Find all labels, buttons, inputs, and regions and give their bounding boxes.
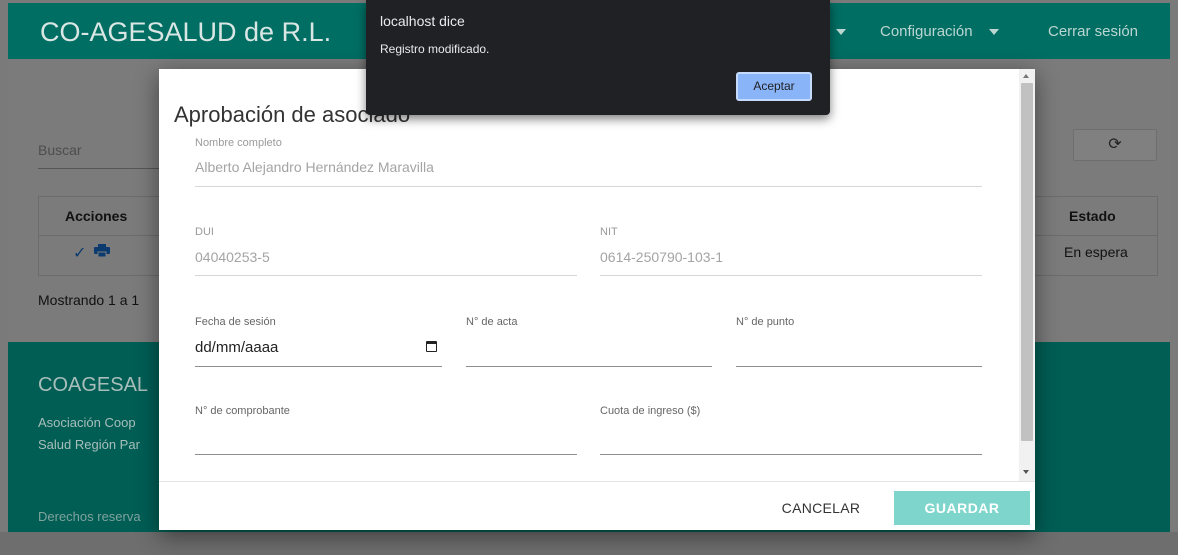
nav-menu-configuracion[interactable]: Configuración: [880, 23, 999, 40]
footer-text-1: Asociación Coop: [38, 415, 136, 430]
scroll-up-icon[interactable]: [1023, 74, 1029, 78]
field-label-comprobante: N° de comprobante: [195, 405, 290, 417]
acta-field[interactable]: [466, 366, 712, 367]
pagination-info: Mostrando 1 a 1: [38, 292, 140, 308]
brand-title[interactable]: CO-AGESALUD de R.L.: [40, 17, 331, 48]
fecha-sesion-input[interactable]: dd/mm/aaaa: [195, 339, 278, 356]
browser-alert-dialog: localhost dice Registro modificado. Acep…: [366, 0, 830, 115]
approval-modal: Aprobación de asociado Nombre completo A…: [159, 69, 1035, 530]
field-label-dui: DUI: [195, 226, 214, 238]
punto-field[interactable]: [736, 366, 982, 367]
nit-field[interactable]: 0614-250790-103-1: [600, 249, 723, 265]
print-icon[interactable]: [94, 244, 110, 257]
chevron-down-icon: [836, 29, 846, 36]
field-label-cuota: Cuota de ingreso ($): [600, 405, 701, 417]
field-label-acta: N° de acta: [466, 316, 518, 328]
cuota-field[interactable]: [600, 454, 982, 455]
logout-link[interactable]: Cerrar sesión: [1048, 23, 1138, 40]
field-underline: [195, 275, 577, 276]
check-icon[interactable]: ✓: [73, 243, 86, 263]
column-header-estado: Estado: [1069, 208, 1116, 224]
save-button[interactable]: GUARDAR: [894, 491, 1030, 525]
column-header-acciones: Acciones: [65, 208, 128, 224]
dui-field[interactable]: 04040253-5: [195, 249, 270, 265]
alert-title: localhost dice: [380, 13, 465, 29]
field-label-punto: N° de punto: [736, 316, 795, 328]
calendar-icon[interactable]: [426, 341, 437, 352]
refresh-icon: ⟳: [1108, 136, 1122, 153]
scrollbar-thumb[interactable]: [1021, 83, 1033, 441]
footer-title: COAGESAL: [38, 374, 149, 396]
footer-copyright: Derechos reserva: [38, 509, 141, 524]
search-input[interactable]: Buscar: [38, 142, 82, 158]
accept-button[interactable]: Aceptar: [736, 72, 812, 101]
footer-text-2: Salud Región Par: [38, 437, 140, 452]
field-underline: [195, 186, 982, 187]
cancel-button[interactable]: CANCELAR: [771, 491, 871, 525]
modal-footer-divider: [159, 481, 1035, 482]
nav-menu-label: Configuración: [880, 23, 973, 40]
search-underline: [38, 168, 163, 169]
page-bottom: [0, 532, 1178, 555]
field-label-nombre: Nombre completo: [195, 137, 282, 149]
field-underline: [195, 366, 442, 367]
status-cell: En espera: [1064, 244, 1128, 260]
chevron-down-icon: [988, 29, 999, 36]
nombre-field[interactable]: Alberto Alejandro Hernández Maravilla: [195, 159, 434, 175]
refresh-button[interactable]: ⟳: [1073, 129, 1157, 161]
comprobante-field[interactable]: [195, 454, 577, 455]
scroll-down-icon[interactable]: [1023, 470, 1029, 474]
alert-message: Registro modificado.: [380, 42, 490, 56]
field-underline: [600, 275, 982, 276]
field-label-fecha: Fecha de sesión: [195, 316, 276, 328]
field-label-nit: NIT: [600, 226, 618, 238]
